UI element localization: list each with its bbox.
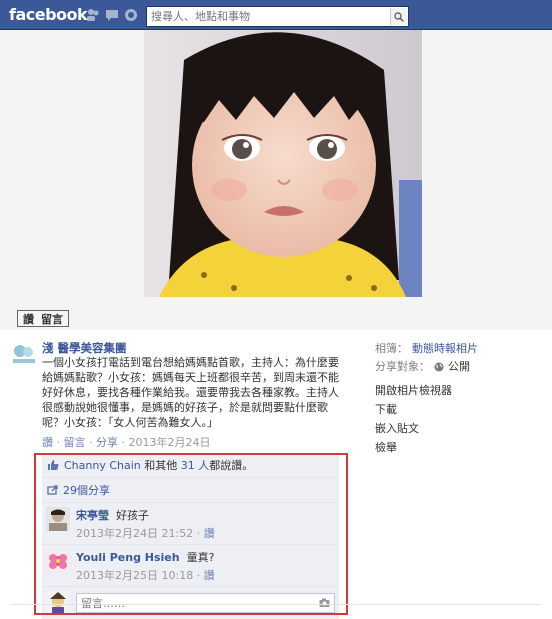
comment-text: 好孩子: [116, 509, 149, 522]
commenter-name-link[interactable]: 宋亭瑩: [76, 509, 109, 522]
likes-summary: Channy Chain 和其他 31 人都說讚。: [42, 453, 339, 478]
divider: [10, 604, 540, 605]
comment-text: 童真?: [186, 551, 215, 564]
audience-value[interactable]: 公開: [448, 359, 470, 375]
comment-item: Youli Peng Hsieh 童真? 2013年2月25日 10:18 · …: [42, 545, 339, 587]
commenter-avatar[interactable]: [46, 507, 70, 531]
feedback-box: Channy Chain 和其他 31 人都說讚。 29個分享 宋亭瑩 好孩子 …: [42, 453, 339, 619]
shares-count-link[interactable]: 29個分享: [63, 482, 110, 498]
likes-count-link[interactable]: 31 人: [181, 459, 210, 472]
commenter-avatar[interactable]: [46, 549, 70, 573]
separator: ·: [196, 569, 201, 582]
photo-like-button[interactable]: 讚: [23, 311, 34, 327]
comment-time[interactable]: 2013年2月24日 21:52: [76, 527, 193, 540]
top-bar: facebook: [0, 0, 552, 30]
album-link[interactable]: 動態時報相片: [412, 341, 478, 357]
post-meta: 讚 · 留言 · 分享 · 2013年2月24日: [42, 434, 211, 450]
separator: ·: [121, 436, 126, 449]
search-box: [146, 6, 409, 27]
page-avatar[interactable]: [11, 342, 37, 366]
liker-name-link[interactable]: Channy Chain: [64, 459, 141, 472]
comment-time[interactable]: 2013年2月25日 10:18: [76, 569, 193, 582]
separator: ·: [196, 527, 201, 540]
comment-like-link[interactable]: 讚: [204, 527, 215, 540]
separator: ·: [56, 436, 61, 449]
audience-label: 分享對象：: [375, 360, 430, 373]
report-link[interactable]: 檢舉: [375, 440, 478, 459]
embed-post-link[interactable]: 嵌入貼文: [375, 421, 478, 440]
notifications-icon[interactable]: [124, 8, 138, 22]
search-button[interactable]: [390, 8, 407, 25]
page-name-link[interactable]: 淺 醫學美容集團: [42, 340, 127, 356]
comment-input[interactable]: [77, 594, 307, 612]
current-user-avatar: [46, 591, 70, 615]
camera-icon[interactable]: [319, 598, 330, 608]
photo-stage: [0, 30, 552, 330]
comment-like-link[interactable]: 讚: [204, 569, 215, 582]
photo-info-sidebar: 相簿： 動態時報相片 分享對象： 公開 開啟相片檢視器 下載 嵌入貼文 檢舉: [375, 340, 478, 459]
notification-jewels: [86, 8, 138, 22]
shares-summary[interactable]: 29個分享: [42, 478, 339, 503]
post-share-link[interactable]: 分享: [96, 436, 118, 449]
separator: ·: [89, 436, 93, 449]
commenter-name-link[interactable]: Youli Peng Hsieh: [76, 551, 180, 564]
facebook-logo[interactable]: facebook: [9, 5, 88, 24]
photo-like-comment-bar: 讚 留言: [17, 310, 69, 327]
post-like-link[interactable]: 讚: [42, 436, 53, 449]
post-date[interactable]: 2013年2月24日: [129, 436, 211, 449]
photo-crying-girl[interactable]: [144, 30, 422, 297]
globe-icon: [434, 362, 444, 372]
messages-icon[interactable]: [105, 8, 119, 22]
photo-comment-button[interactable]: 留言: [41, 311, 63, 327]
friend-requests-icon[interactable]: [86, 8, 100, 22]
comment-item: 宋亭瑩 好孩子 2013年2月24日 21:52 · 讚: [42, 503, 339, 545]
reply-row: [42, 587, 339, 619]
open-photo-viewer-link[interactable]: 開啟相片檢視器: [375, 383, 478, 402]
album-label: 相簿：: [375, 342, 408, 355]
comment-input-box: [76, 593, 335, 613]
search-icon: [394, 11, 404, 22]
post-comment-link[interactable]: 留言: [64, 436, 86, 449]
thumbs-up-icon: [48, 460, 59, 470]
search-input[interactable]: [147, 7, 387, 26]
likes-tail-text: 都說讚。: [209, 459, 254, 472]
download-link[interactable]: 下載: [375, 402, 478, 421]
post-text: 一個小女孩打電話到電台想給媽媽點首歌，主持人：為什麼要給媽媽點歌？小女孩：媽媽每…: [42, 356, 339, 429]
likes-mid-text: 和其他: [144, 459, 178, 472]
share-icon: [47, 484, 58, 495]
